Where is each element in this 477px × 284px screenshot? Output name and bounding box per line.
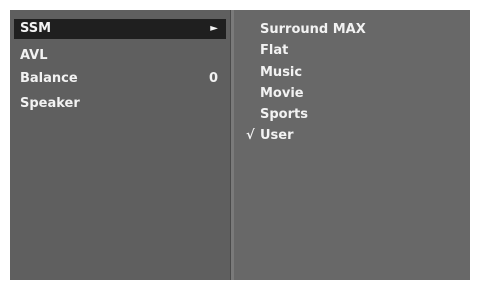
menu-item-avl[interactable]: AVL: [14, 46, 226, 66]
option-movie[interactable]: Movie: [246, 84, 304, 104]
option-flat[interactable]: Flat: [246, 41, 288, 61]
option-label: User: [260, 128, 294, 143]
option-label: Surround MAX: [260, 22, 366, 37]
ssm-submenu-panel: Surround MAX Flat Music Movie Sports √ Us…: [234, 10, 470, 280]
main-menu-panel: SSM ► AVL Balance 0 Speaker: [10, 10, 230, 280]
menu-item-label: Balance: [20, 71, 78, 86]
option-sports[interactable]: Sports: [246, 105, 308, 125]
menu-item-label: AVL: [20, 48, 48, 63]
option-label: Sports: [260, 107, 308, 122]
arrow-right-icon: ►: [210, 23, 218, 34]
option-label: Movie: [260, 86, 304, 101]
check-icon: √: [246, 128, 255, 143]
osd-screen: SSM ► AVL Balance 0 Speaker Surround MAX…: [10, 10, 470, 280]
option-label: Music: [260, 65, 303, 80]
menu-item-label: Speaker: [20, 96, 80, 111]
option-music[interactable]: Music: [246, 63, 302, 83]
option-label: Flat: [260, 43, 289, 58]
menu-item-balance[interactable]: Balance 0: [14, 69, 226, 89]
option-user[interactable]: √ User: [246, 126, 294, 146]
menu-item-label: SSM: [20, 21, 52, 36]
balance-value: 0: [208, 71, 218, 86]
menu-item-ssm[interactable]: SSM ►: [14, 19, 226, 39]
option-surround-max[interactable]: Surround MAX: [246, 20, 366, 40]
menu-item-speaker[interactable]: Speaker: [14, 94, 226, 114]
